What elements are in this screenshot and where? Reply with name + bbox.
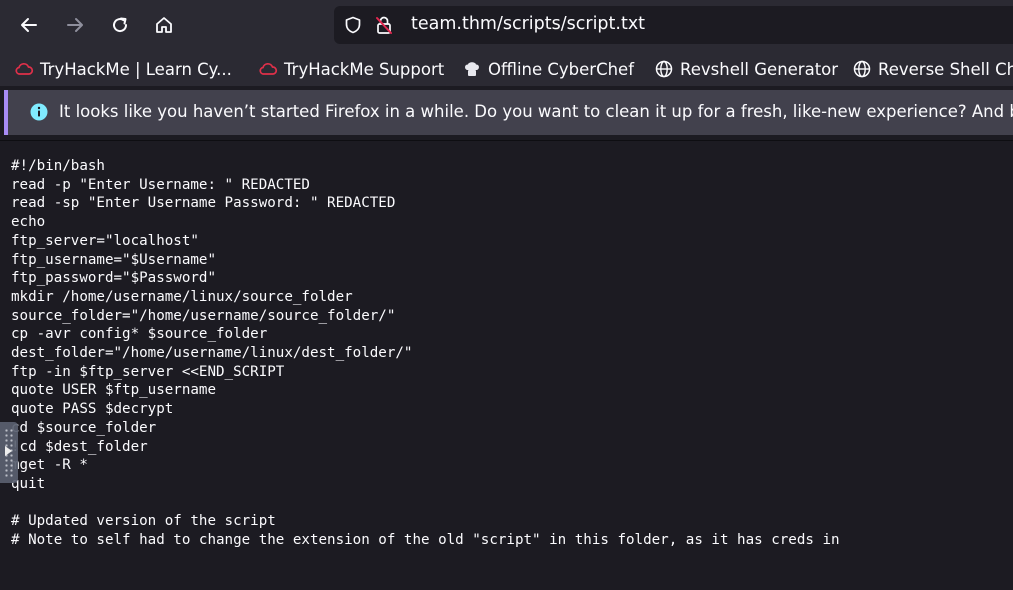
script-line: ftp_username="$Username" [11,251,216,268]
script-line: ftp_password="$Password" [11,270,216,287]
home-icon [156,17,172,33]
script-line: dest_folder="/home/username/linux/dest_f… [11,345,413,362]
script-line [11,494,840,513]
script-line: read -p "Enter Username: " REDACTED [11,176,310,193]
script-line: quit [11,475,46,492]
bookmark-label: Reverse Shell Ch [878,59,1013,79]
bookmark-label: Offline CyberChef [488,59,635,79]
address-bar[interactable]: team.thm/scripts/script.txt [334,6,1013,44]
plain-text-document: #!/bin/bash read -p "Enter Username: " RE… [0,141,1013,590]
script-line: mkdir /home/username/linux/source_folder [11,288,353,305]
script-line: cd $source_folder [11,419,157,436]
bookmark-tryhackme-learn[interactable]: TryHackMe | Learn Cy... [14,57,232,81]
bookmark-tryhackme-support[interactable]: TryHackMe Support [258,57,444,81]
back-arrow-icon [21,18,37,32]
sidebar-expand-handle[interactable] [0,422,18,483]
bookmark-reverse-shell-cheatsheet[interactable]: Reverse Shell Ch [852,57,1013,81]
bookmark-offline-cyberchef[interactable]: Offline CyberChef [462,57,634,81]
home-button[interactable] [147,8,181,42]
firefox-refresh-notification: It looks like you haven’t started Firefo… [4,90,1013,135]
insecure-lock-icon[interactable] [374,15,394,35]
bookmark-label: TryHackMe Support [284,59,445,79]
script-line: !cd $dest_folder [11,438,148,455]
script-line: ftp_server="localhost" [11,232,199,249]
script-line: # Updated version of the script [11,513,276,530]
script-line: mget -R * [11,457,88,474]
forward-button[interactable] [58,8,92,42]
script-line: source_folder="/home/username/source_fol… [11,307,396,324]
tracking-protection-shield-icon[interactable] [344,16,362,34]
bookmark-revshell-generator[interactable]: Revshell Generator [654,57,838,81]
reload-button[interactable] [103,8,137,42]
script-line: #!/bin/bash [11,158,105,174]
reload-icon [113,17,128,33]
script-line: cp -avr config* $source_folder [11,326,268,343]
chef-hat-icon [462,59,482,79]
globe-icon [654,59,674,79]
notification-message: It looks like you haven’t started Firefo… [59,102,1013,121]
expand-arrow-icon [5,446,12,456]
navigation-toolbar: team.thm/scripts/script.txt [0,0,1013,52]
script-line: echo [11,214,46,231]
url-text[interactable]: team.thm/scripts/script.txt [411,14,645,34]
forward-arrow-icon [67,18,83,32]
script-line: read -sp "Enter Username Password: " RED… [11,195,396,212]
tryhackme-cloud-icon [14,59,34,79]
bookmarks-toolbar: TryHackMe | Learn Cy... TryHackMe Suppor… [0,52,1013,86]
script-source: #!/bin/bash read -p "Enter Username: " RE… [11,157,840,550]
bookmark-label: Revshell Generator [680,59,839,79]
bookmark-label: TryHackMe | Learn Cy... [40,59,232,79]
script-line: ftp -in $ftp_server <<END_SCRIPT [11,363,285,380]
info-icon [30,103,48,121]
globe-icon [852,59,872,79]
script-line: # Note to self had to change the extensi… [11,532,840,549]
script-line: quote USER $ftp_username [11,382,216,399]
script-line: quote PASS $decrypt [11,401,174,418]
tryhackme-cloud-icon [258,59,278,79]
back-button[interactable] [12,8,46,42]
